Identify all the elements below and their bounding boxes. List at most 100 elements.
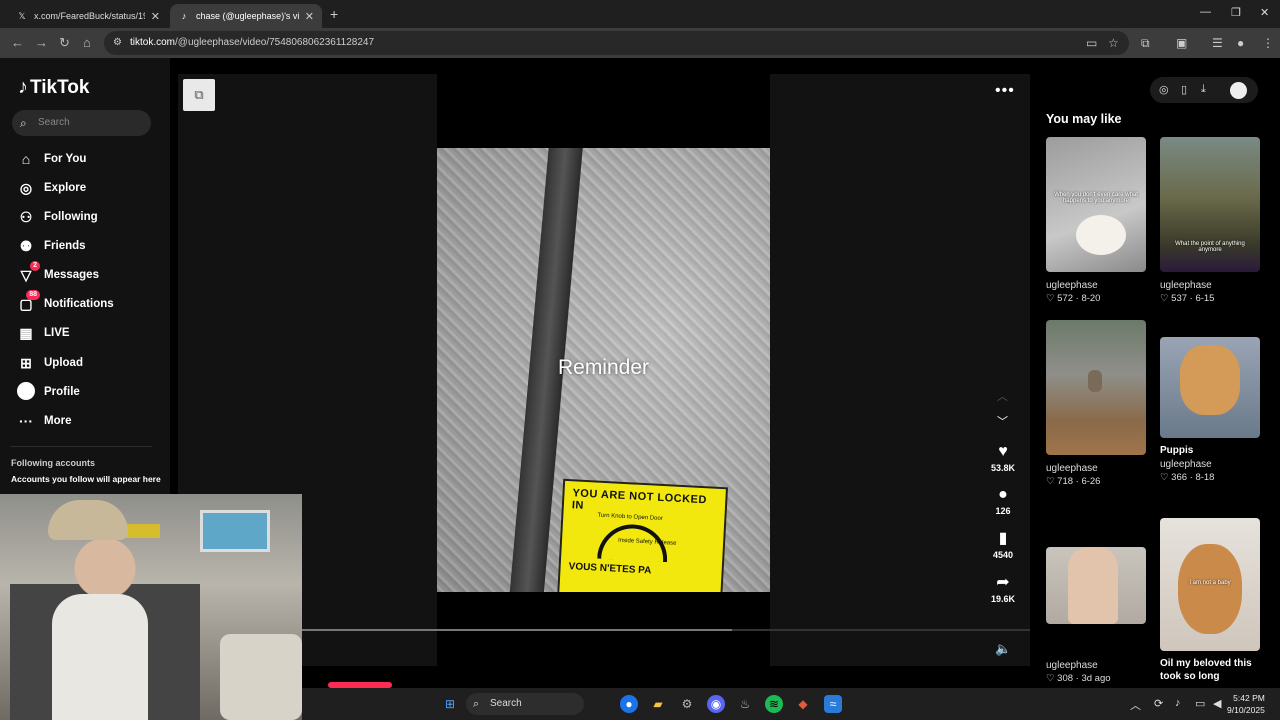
close-icon[interactable]: ✕ [151,10,160,23]
nav-label: Following [44,211,98,223]
share-button[interactable]: ➦ 19.6K [984,574,1022,604]
browser-tab-bar: 𝕏 x.com/FearedBuck/status/1965 ✕ ♪ chase… [0,0,1280,28]
nav-more[interactable]: ··· More [16,410,71,432]
settings-icon[interactable]: ⚙ [678,695,696,713]
video-progress-bar[interactable] [302,629,1030,631]
sidebar-divider [10,446,152,447]
like-button[interactable]: ♥ 53.8K [984,443,1022,473]
recommendation-card[interactable]: ugleephase ♡ 718 · 6-26 [1046,320,1146,487]
recommendation-card[interactable]: Puppis ugleephase ♡ 366 · 8-18 [1160,337,1260,483]
card-title: Oil my beloved this took so long [1160,658,1252,682]
site-info-icon[interactable]: ⚙ [113,31,122,55]
search-input[interactable]: ⌕ Search [12,110,151,136]
steam-icon[interactable]: ♨ [736,695,754,713]
app-icon[interactable]: ≈ [824,695,842,713]
next-video-icon[interactable]: ﹀ [997,413,1008,429]
window-close-icon[interactable]: ✕ [1260,6,1269,19]
card-author[interactable]: ugleephase [1160,459,1260,470]
nav-upload[interactable]: ⊞ Upload [16,352,83,374]
taskbar-search-label: Search [490,698,522,709]
recommendation-card[interactable]: When you don't even care what happens to… [1046,137,1146,304]
nav-live[interactable]: ▦ LIVE [16,322,70,344]
speaker-icon[interactable]: ◀ [1213,697,1221,710]
file-explorer-icon[interactable]: ▰ [649,695,667,713]
browser-tab-tiktok[interactable]: ♪ chase (@ugleephase)'s video o ✕ [170,4,322,28]
app-icon[interactable]: ◆ [794,695,812,713]
card-meta: ♡ 718 · 6-26 [1046,476,1101,487]
recommendation-card[interactable]: ugleephase ♡ 308 · 3d ago [1046,547,1146,684]
reload-icon[interactable]: ↻ [59,35,70,51]
search-icon: ⌕ [473,698,480,710]
taskbar-clock[interactable]: 5:42 PM 9/10/2025 [1227,692,1265,716]
video-progress-fill [302,629,732,631]
card-meta: ♡ 572 · 8-20 [1046,293,1101,304]
nav-friends[interactable]: ⚉ Friends [16,235,86,257]
more-options-icon[interactable]: ••• [995,82,1015,100]
device-icon[interactable]: ▯ [1181,83,1187,96]
back-icon[interactable]: ← [11,35,24,50]
card-meta: ♡ 366 · 8-18 [1160,472,1215,483]
spotify-icon[interactable]: ≋ [765,695,783,713]
bookmark-star-icon[interactable]: ☆ [1108,36,1119,50]
thumbnail-caption: What the point of anything anymore [1175,241,1245,253]
video-player[interactable]: Reminder YOU ARE NOT LOCKED IN Turn Knob… [437,148,770,592]
split-view-icon[interactable]: ▣ [1176,36,1187,50]
tray-chevron-icon[interactable]: ︿ [1130,697,1141,713]
card-author[interactable]: ugleephase [1160,280,1260,291]
address-bar[interactable]: ⚙ tiktok.com/@ugleephase/video/754806806… [104,31,1129,55]
cast-icon[interactable]: ⧉ [183,79,215,111]
chrome-icon[interactable]: ● [620,695,638,713]
comment-icon: ● [998,486,1008,503]
focus-icon[interactable]: ◎ [1159,83,1169,96]
nav-profile[interactable]: Profile [16,381,80,403]
taskbar-search[interactable]: ⌕ Search [466,693,584,715]
messages-icon: ▽ 2 [16,260,40,284]
tray-app-icon[interactable]: ⟳ [1154,697,1163,710]
nav-following[interactable]: ⚇ Following [16,206,98,228]
browser-tab-x[interactable]: 𝕏 x.com/FearedBuck/status/1965 ✕ [8,4,168,28]
video-thumbnail[interactable]: I am not a baby [1160,518,1260,651]
card-author[interactable]: ugleephase [1046,660,1146,671]
menu-icon[interactable]: ⋮ [1262,36,1274,50]
nav-messages[interactable]: ▽ 2 Messages [16,260,99,286]
nav-notifications[interactable]: ▢ 88 Notifications [16,289,114,315]
forward-icon[interactable]: → [35,35,48,50]
recommendation-card[interactable]: I am not a baby Oil my beloved this took… [1160,518,1260,683]
theme-toggle[interactable] [1230,82,1247,99]
microphone-icon[interactable]: ♪ [1175,697,1181,709]
video-thumbnail[interactable]: What the point of anything anymore [1160,137,1260,272]
previous-video-icon[interactable]: ︿ [997,388,1008,404]
tiktok-logo[interactable]: ♪ TikTok [18,76,89,99]
windows-taskbar: ⊞ ⌕ Search ● ▰ ⚙ ◉ ♨ ≋ ◆ ≈ ︿ ⟳ ♪ ▭ ◀ 5:4… [302,688,1280,720]
video-thumbnail[interactable]: When you don't even care what happens to… [1046,137,1146,272]
extensions-icon[interactable]: ⧉ [1141,36,1150,51]
home-icon[interactable]: ⌂ [83,35,91,50]
nav-label: More [44,415,72,427]
video-thumbnail[interactable] [1160,337,1260,438]
profile-avatar-icon[interactable]: ● [1237,36,1244,50]
discord-icon[interactable]: ◉ [707,695,725,713]
display-icon[interactable]: ▭ [1195,697,1205,710]
install-app-icon[interactable]: ▭ [1086,36,1097,50]
video-caption: Reminder [557,356,650,379]
url-domain: tiktok.com [130,37,176,48]
recommendation-card[interactable]: What the point of anything anymore uglee… [1160,137,1260,304]
reading-list-icon[interactable]: ☰ [1212,36,1223,50]
volume-icon[interactable]: 🔈 [995,641,1011,657]
video-thumbnail[interactable] [1046,547,1146,624]
nav-for-you[interactable]: ⌂ For You [16,148,87,170]
new-tab-button[interactable]: + [330,6,338,22]
comment-button[interactable]: ● 126 [984,486,1022,516]
card-title: Puppis [1160,445,1194,456]
windows-start-icon[interactable]: ⊞ [441,695,459,713]
download-icon[interactable]: ⤓ [1201,83,1206,96]
close-icon[interactable]: ✕ [305,10,314,23]
save-button[interactable]: ▮ 4540 [984,530,1022,560]
nav-label: LIVE [44,327,70,339]
minimize-icon[interactable]: — [1200,6,1211,18]
nav-explore[interactable]: ◎ Explore [16,177,86,199]
card-author[interactable]: ugleephase [1046,463,1146,474]
card-author[interactable]: ugleephase [1046,280,1146,291]
maximize-icon[interactable]: ❐ [1231,6,1241,19]
video-thumbnail[interactable] [1046,320,1146,455]
